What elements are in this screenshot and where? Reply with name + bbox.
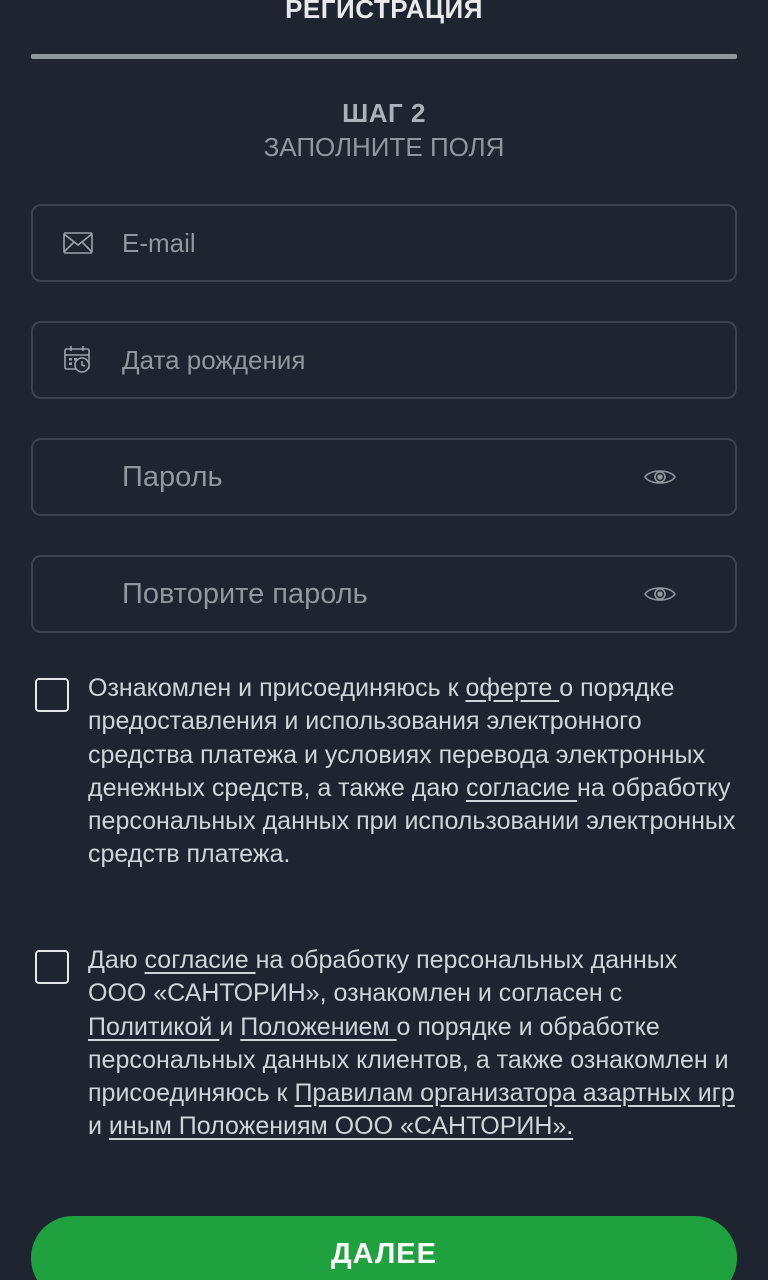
other-regulations-link[interactable]: иным Положениям ООО «САНТОРИН». [109, 1112, 573, 1140]
password-placeholder: Пароль [122, 460, 223, 493]
offer-link[interactable]: оферте [466, 674, 560, 702]
agreement-text: и [219, 1012, 241, 1041]
step-title: ШАГ 2 [342, 98, 426, 128]
page-title: РЕГИСТРАЦИЯ [285, 0, 483, 24]
eye-icon[interactable] [644, 583, 676, 605]
consent-link[interactable]: согласие [466, 774, 577, 802]
personal-data-checkbox[interactable] [35, 950, 69, 984]
gambling-rules-link[interactable]: Правилам организатора азартных игр [294, 1079, 734, 1107]
policy-link[interactable]: Политикой [88, 1013, 219, 1041]
agreement-text: Даю [88, 946, 145, 974]
password-field[interactable]: Пароль [31, 438, 737, 516]
repeat-password-placeholder: Повторите пароль [122, 577, 368, 610]
birthdate-placeholder: Дата рождения [122, 344, 306, 375]
offer-checkbox[interactable] [35, 678, 69, 712]
personal-data-agreement-text: Даю согласие на обработку персональных д… [88, 944, 738, 1144]
consent-link[interactable]: согласие [145, 946, 256, 974]
calendar-clock-icon [62, 344, 94, 376]
envelope-icon [62, 227, 94, 259]
eye-icon[interactable] [644, 466, 676, 488]
agreement-text: и [88, 1112, 109, 1141]
email-placeholder: E-mail [122, 227, 196, 258]
offer-agreement-text: Ознакомлен и присоединяюсь к оферте о по… [88, 672, 738, 872]
birthdate-field[interactable]: Дата рождения [31, 321, 737, 399]
regulation-link[interactable]: Положением [240, 1013, 396, 1041]
next-button[interactable]: ДАЛЕЕ [31, 1216, 737, 1280]
repeat-password-field[interactable]: Повторите пароль [31, 555, 737, 633]
agreement-text: Ознакомлен и присоединяюсь к [88, 674, 466, 702]
registration-page: РЕГИСТРАЦИЯ ШАГ 2 ЗАПОЛНИТЕ ПОЛЯ E-mail [0, 0, 768, 1280]
step-subtitle: ЗАПОЛНИТЕ ПОЛЯ [263, 132, 505, 162]
email-field[interactable]: E-mail [31, 204, 737, 282]
progress-bar [31, 54, 737, 59]
